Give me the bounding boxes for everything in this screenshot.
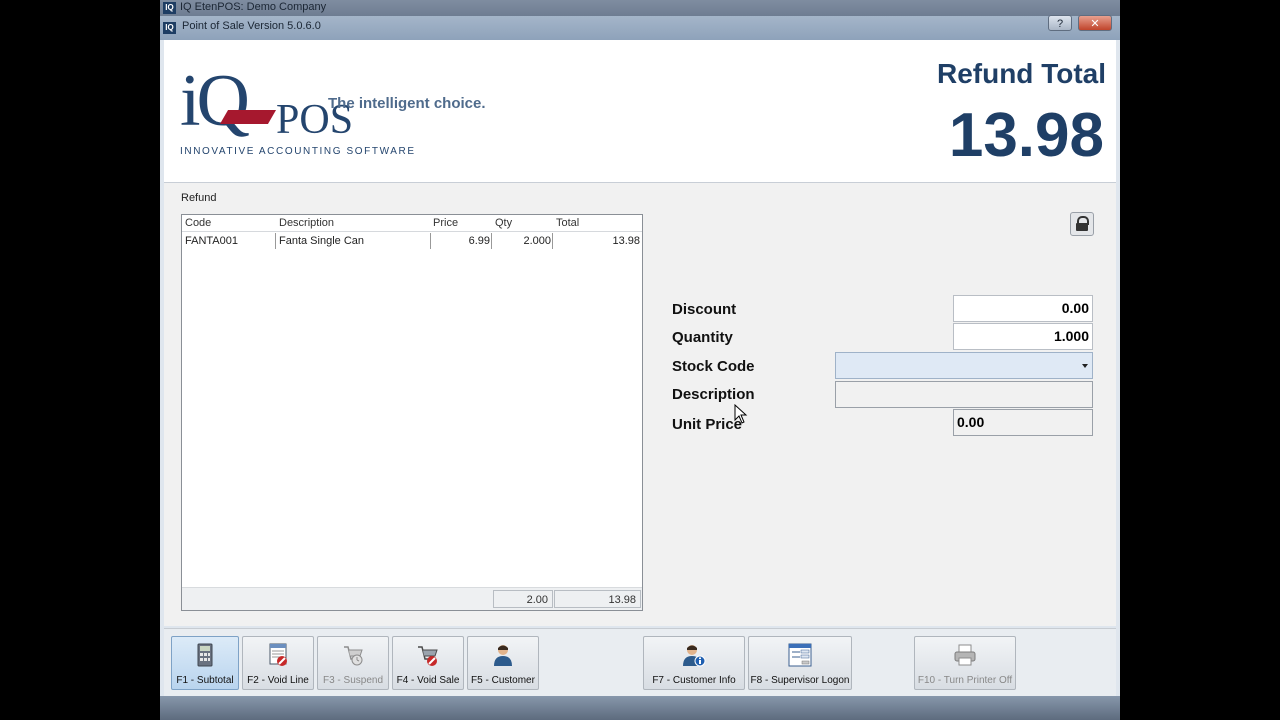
f1-label: F1 - Subtotal (176, 675, 234, 686)
refund-total-label: Refund Total (936, 58, 1106, 89)
column-header-description[interactable]: Description (279, 217, 334, 229)
stock-code-label: Stock Code (672, 358, 755, 375)
grid-header: Code Description Price Qty Total (182, 215, 642, 232)
main-panel: Refund Code Description Price Qty Total … (164, 183, 1116, 626)
grid-footer: 2.00 13.98 (182, 587, 642, 610)
iqpos-logo: iQ POS INNOVATIVE ACCOUNTING SOFTWARE Th… (180, 60, 486, 164)
suspend-icon (344, 646, 363, 666)
function-key-toolbar: F1 - Subtotal F2 - Void Line F3 - Suspen… (164, 628, 1116, 697)
customer-info-icon (683, 645, 706, 667)
f5-label: F5 - Customer (471, 675, 535, 686)
printer-icon (954, 644, 976, 666)
help-button[interactable]: ? (1048, 15, 1072, 31)
f3-label: F3 - Suspend (322, 675, 384, 686)
column-header-code[interactable]: Code (185, 217, 211, 229)
taskbar-strip (160, 696, 1120, 720)
f7-label: F7 - Customer Info (652, 675, 736, 686)
void-sale-icon (418, 646, 438, 666)
logo-tagline: INNOVATIVE ACCOUNTING SOFTWARE (180, 146, 416, 157)
f8-label: F8 - Supervisor Logon (750, 675, 850, 686)
f10-printer-button[interactable]: F10 - Turn Printer Off (914, 636, 1016, 690)
calculator-icon (197, 643, 213, 667)
lock-icon[interactable] (1070, 212, 1094, 236)
footer-qty-total: 2.00 (493, 590, 553, 608)
app-icon: IQ (163, 2, 176, 14)
logo-red-mark (219, 110, 277, 124)
row-total: 13.98 (552, 233, 640, 249)
row-code: FANTA001 (185, 235, 238, 247)
f8-supervisor-logon-button[interactable]: F8 - Supervisor Logon (748, 636, 852, 690)
f2-label: F2 - Void Line (247, 675, 309, 686)
description-field[interactable] (835, 381, 1093, 408)
discount-label: Discount (672, 301, 737, 318)
f3-suspend-button[interactable]: F3 - Suspend (317, 636, 389, 690)
row-qty: 2.000 (491, 233, 551, 249)
outer-title-bar[interactable]: IQ IQ EtenPOS: Demo Company (160, 0, 1120, 16)
f10-label: F10 - Turn Printer Off (917, 675, 1013, 686)
quantity-field[interactable]: 1.000 (953, 323, 1093, 350)
table-row[interactable]: FANTA001 Fanta Single Can 6.99 2.000 13.… (182, 233, 642, 249)
description-label: Description (672, 386, 755, 403)
outer-window-title: IQ EtenPOS: Demo Company (180, 1, 327, 13)
row-description: Fanta Single Can (275, 233, 431, 249)
unit-price-label: Unit Price (672, 416, 743, 433)
logo-iq-text: iQ (180, 60, 250, 142)
stock-code-dropdown[interactable] (835, 352, 1093, 379)
f2-void-line-button[interactable]: F2 - Void Line (242, 636, 314, 690)
f4-void-sale-button[interactable]: F4 - Void Sale (392, 636, 464, 690)
slogan: The intelligent choice. (328, 95, 486, 112)
header-banner: iQ POS INNOVATIVE ACCOUNTING SOFTWARE Th… (164, 40, 1116, 183)
quantity-label: Quantity (672, 329, 733, 346)
refund-total-amount: 13.98 (948, 101, 1104, 170)
line-items-grid[interactable]: Code Description Price Qty Total FANTA00… (181, 214, 643, 611)
inner-window-title: Point of Sale Version 5.0.6.0 (182, 20, 321, 32)
f5-customer-button[interactable]: F5 - Customer (467, 636, 539, 690)
column-header-price[interactable]: Price (433, 217, 458, 229)
customer-icon (494, 645, 512, 666)
supervisor-logon-icon (788, 643, 812, 667)
chevron-down-icon[interactable] (1082, 364, 1088, 368)
f4-label: F4 - Void Sale (396, 675, 460, 686)
column-header-total[interactable]: Total (556, 217, 579, 229)
column-header-qty[interactable]: Qty (495, 217, 512, 229)
f7-customer-info-button[interactable]: F7 - Customer Info (643, 636, 745, 690)
lock-body (1076, 223, 1088, 231)
close-button[interactable]: ✕ (1078, 15, 1112, 31)
pos-window: IQ IQ EtenPOS: Demo Company IQ Point of … (160, 0, 1120, 720)
row-price: 6.99 (430, 233, 490, 249)
mouse-cursor-icon (734, 404, 748, 424)
unit-price-field[interactable]: 0.00 (953, 409, 1093, 436)
pos-app-icon: IQ (163, 22, 176, 34)
f1-subtotal-button[interactable]: F1 - Subtotal (171, 636, 239, 690)
discount-field[interactable]: 0.00 (953, 295, 1093, 322)
inner-title-bar[interactable]: IQ Point of Sale Version 5.0.6.0 ? ✕ (160, 15, 1120, 40)
void-line-icon (269, 643, 287, 666)
section-label: Refund (181, 192, 217, 204)
footer-amount-total: 13.98 (554, 590, 641, 608)
